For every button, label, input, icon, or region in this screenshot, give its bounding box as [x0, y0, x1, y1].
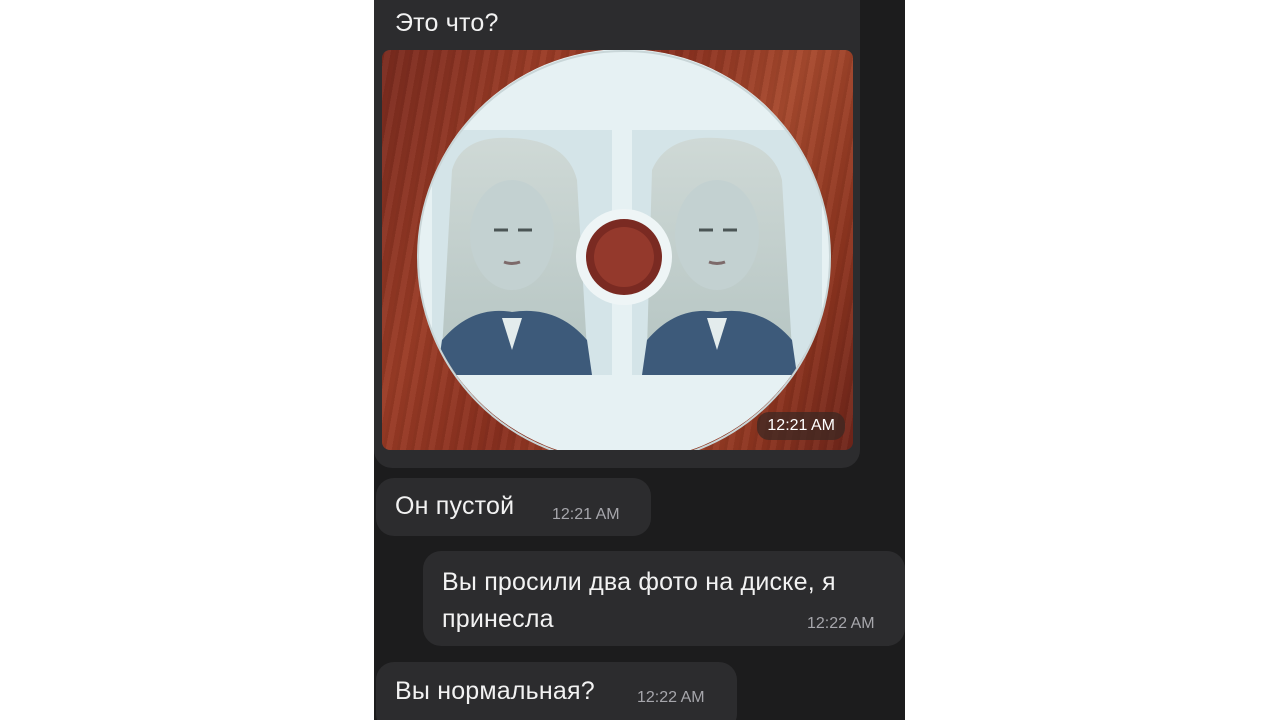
received-message-bubble[interactable]: Он пустой 12:21 AM — [376, 478, 651, 536]
message-timestamp: 12:22 AM — [637, 689, 705, 706]
chat-thread: Это что? 12:21 AM Он пустой 12:21 AM Вы … — [374, 0, 905, 720]
cd-photo[interactable]: 12:21 AM — [382, 50, 853, 450]
message-text: Он пустой — [395, 492, 515, 520]
photo-timestamp: 12:21 AM — [757, 412, 845, 440]
photo-message-bubble[interactable]: Это что? 12:21 AM — [374, 0, 860, 468]
received-message-bubble[interactable]: Вы нормальная? 12:22 AM — [376, 662, 737, 720]
message-timestamp: 12:22 AM — [807, 615, 875, 632]
message-text: Это что? — [395, 9, 499, 37]
message-timestamp: 12:21 AM — [552, 506, 620, 523]
sent-message-bubble[interactable]: Вы просили два фото на диске, я принесла… — [423, 551, 905, 646]
cd-disc-illustration — [417, 50, 831, 450]
message-text: Вы нормальная? — [395, 677, 595, 705]
